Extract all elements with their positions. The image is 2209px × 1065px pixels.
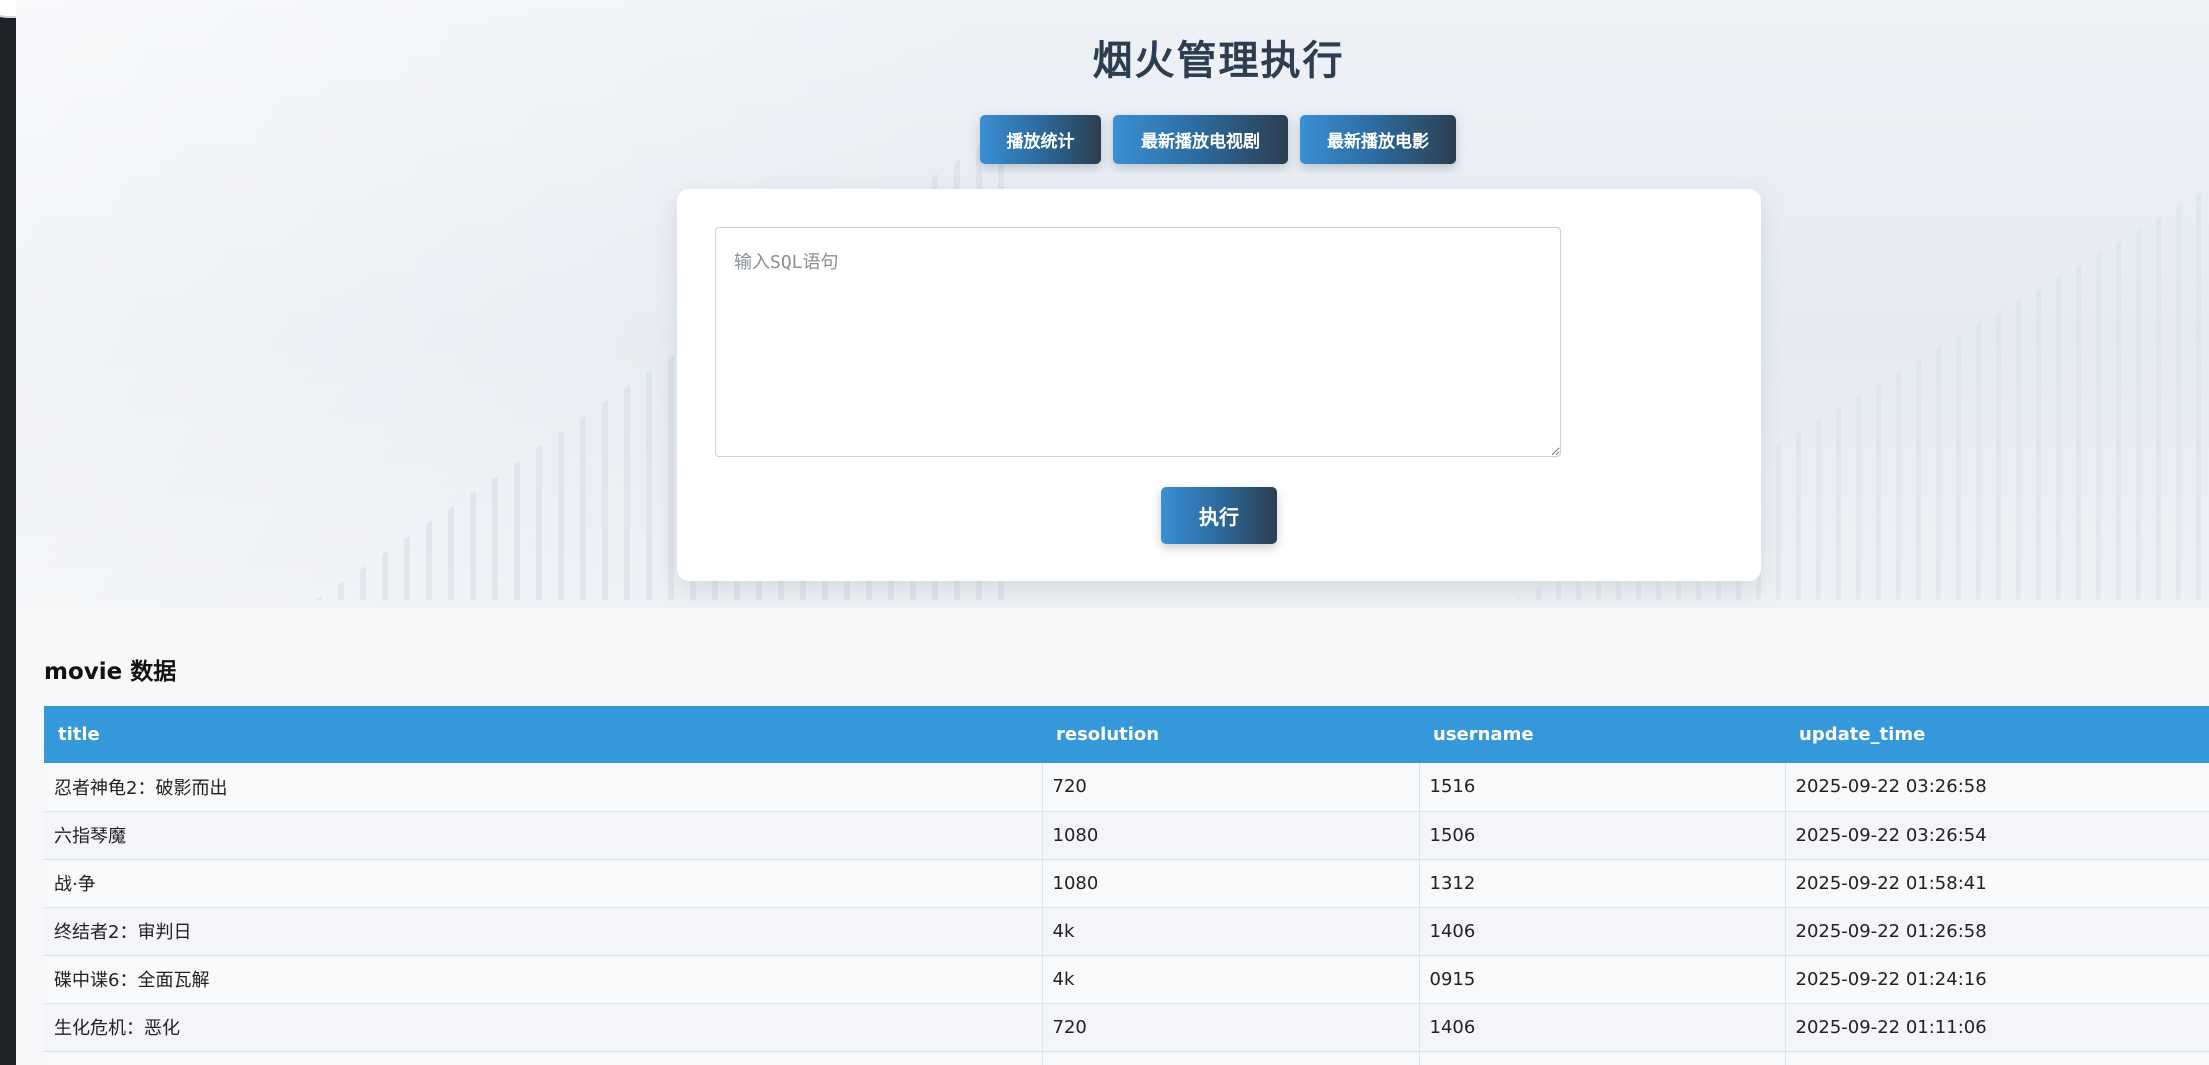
window-edge: [0, 0, 16, 1065]
table-row: [44, 1051, 2209, 1065]
cell-title: [44, 1051, 1043, 1065]
cell-update-time: 2025-09-22 01:24:16: [1785, 955, 2209, 1004]
cell-username: 0915: [1419, 955, 1786, 1004]
cell-title: 终结者2：审判日: [44, 907, 1043, 956]
cell-username: 1506: [1419, 811, 1786, 860]
column-header-update-time: update_time: [1785, 706, 2209, 763]
table-row: 忍者神龟2：破影而出 720 1516 2025-09-22 03:26:58: [44, 763, 2209, 812]
cell-title: 忍者神龟2：破影而出: [44, 763, 1043, 812]
table-row: 六指琴魔 1080 1506 2025-09-22 03:26:54: [44, 811, 2209, 860]
results-table: title resolution username update_time 忍者…: [44, 706, 2209, 1065]
results-section: movie 数据 title resolution username updat…: [16, 608, 2209, 1065]
cell-title: 六指琴魔: [44, 811, 1043, 860]
execute-button[interactable]: 执行: [1161, 487, 1277, 544]
column-header-username: username: [1419, 706, 1785, 763]
page-title: 烟火管理执行: [1092, 38, 1345, 84]
cell-resolution: [1042, 1051, 1420, 1065]
nav-button-play-stats[interactable]: 播放统计: [980, 115, 1101, 164]
cell-resolution: 720: [1042, 1003, 1420, 1052]
cell-username: 1312: [1419, 859, 1786, 908]
cell-title: 碟中谍6：全面瓦解: [44, 955, 1043, 1004]
results-title: movie 数据: [44, 659, 177, 685]
table-header-row: title resolution username update_time: [44, 706, 2209, 763]
cell-update-time: 2025-09-22 03:26:54: [1785, 811, 2209, 860]
cell-resolution: 1080: [1042, 811, 1420, 860]
cell-title: 生化危机：恶化: [44, 1003, 1043, 1052]
cell-update-time: 2025-09-22 01:58:41: [1785, 859, 2209, 908]
cell-username: 1516: [1419, 763, 1786, 812]
table-row: 生化危机：恶化 720 1406 2025-09-22 01:11:06: [44, 1003, 2209, 1052]
cell-username: 1406: [1419, 1003, 1786, 1052]
cell-resolution: 720: [1042, 763, 1420, 812]
cell-update-time: 2025-09-22 01:26:58: [1785, 907, 2209, 956]
query-card: 执行: [677, 189, 1761, 581]
nav-button-latest-tv[interactable]: 最新播放电视剧: [1113, 115, 1288, 164]
nav-button-latest-movie[interactable]: 最新播放电影: [1300, 115, 1456, 164]
cell-title: 战·争: [44, 859, 1043, 908]
column-header-resolution: resolution: [1042, 706, 1419, 763]
nav-bar: 播放统计 最新播放电视剧 最新播放电影: [980, 115, 1456, 164]
cell-update-time: 2025-09-22 01:11:06: [1785, 1003, 2209, 1052]
cell-resolution: 1080: [1042, 859, 1420, 908]
cell-update-time: [1785, 1051, 2209, 1065]
sql-input[interactable]: [715, 227, 1561, 457]
table-row: 战·争 1080 1312 2025-09-22 01:58:41: [44, 859, 2209, 908]
cell-update-time: 2025-09-22 03:26:58: [1785, 763, 2209, 812]
column-header-title: title: [44, 706, 1042, 763]
cell-username: 1406: [1419, 907, 1786, 956]
cell-resolution: 4k: [1042, 955, 1420, 1004]
cell-resolution: 4k: [1042, 907, 1420, 956]
table-row: 碟中谍6：全面瓦解 4k 0915 2025-09-22 01:24:16: [44, 955, 2209, 1004]
table-row: 终结者2：审判日 4k 1406 2025-09-22 01:26:58: [44, 907, 2209, 956]
cell-username: [1419, 1051, 1786, 1065]
